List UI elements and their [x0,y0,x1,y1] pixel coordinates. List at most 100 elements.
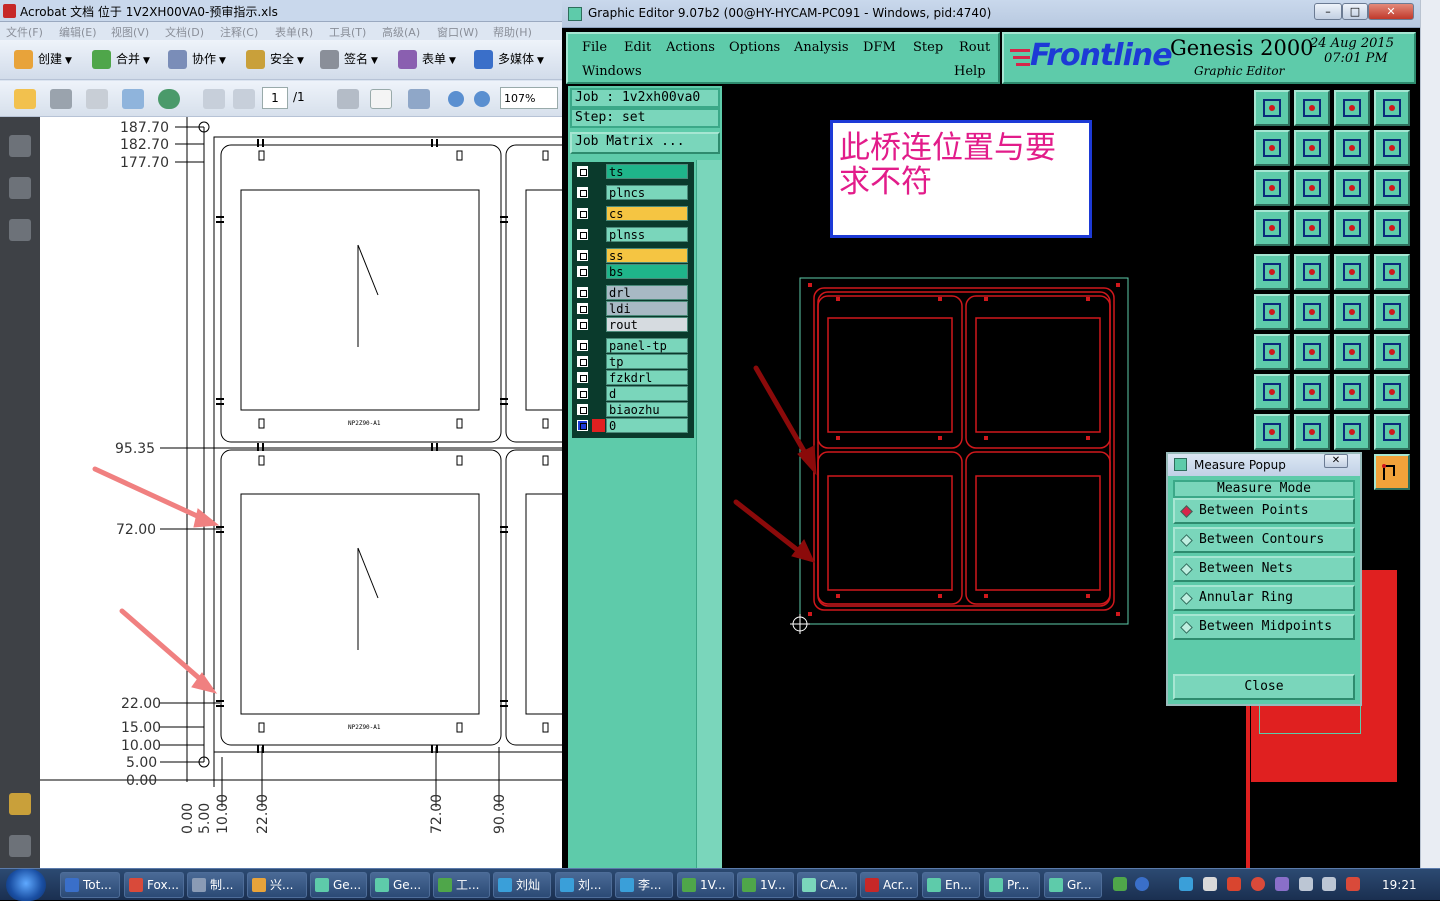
layer-row[interactable]: 0 [574,418,690,433]
taskbar-item[interactable]: Pr... [984,872,1040,898]
menu-actions[interactable]: Actions [666,40,715,55]
ruler-icon[interactable] [1334,254,1370,290]
key-icon[interactable] [1254,210,1290,246]
menu-forms[interactable]: 表单(R) [275,24,313,40]
layer-checkbox[interactable] [577,166,588,177]
layer-checkbox[interactable] [577,250,588,261]
layer-checkbox[interactable] [577,356,588,367]
menu-rout[interactable]: Rout [959,40,990,55]
taskbar-item[interactable]: 兴... [247,872,307,898]
move-down-icon[interactable] [1294,90,1330,126]
start-button[interactable] [6,869,46,901]
select-text-icon[interactable] [337,89,359,109]
a-shape-icon[interactable] [1334,414,1370,450]
mode-between-contours[interactable]: Between Contours [1173,527,1355,553]
taskbar-item[interactable]: CA... [797,872,857,898]
mode-annular-ring[interactable]: Annular Ring [1173,585,1355,611]
layer-name[interactable]: ts [606,164,688,179]
layer-name[interactable]: biaozhu [606,402,688,417]
layer-name[interactable]: panel-tp [606,338,688,353]
layer-name[interactable]: d [606,386,688,401]
pdf-document-view[interactable]: 187.70 182.70 177.70 95.35 72.00 22.00 1… [40,117,562,868]
swap-icon[interactable] [1334,130,1370,166]
line-icon[interactable] [1294,374,1330,410]
menu-edit[interactable]: Edit [624,40,651,55]
layer-checkbox[interactable] [577,303,588,314]
save-icon[interactable] [86,89,108,109]
close-window-button[interactable]: ✕ [1368,3,1414,20]
measure-close-icon[interactable]: ✕ [1324,454,1348,468]
arc-icon[interactable] [1334,334,1370,370]
layer-row[interactable]: bs [574,264,690,279]
layer-row[interactable]: panel-tp [574,338,690,353]
layer-row[interactable]: ldi [574,301,690,316]
layer-name[interactable]: 0 [606,418,688,433]
netlist2-icon[interactable] [1374,210,1410,246]
pad-move-icon[interactable] [1254,374,1290,410]
taskbar-item[interactable]: 李... [615,872,673,898]
menu-help[interactable]: Help [954,64,986,79]
taskbar-item[interactable]: Fox... [124,872,184,898]
layer-checkbox[interactable] [577,229,588,240]
taskbar-item[interactable]: 刘... [555,872,612,898]
layer-name[interactable]: plncs [606,185,688,200]
create-button[interactable]: 创建 ▼ [14,48,72,72]
comments-icon[interactable] [9,793,31,815]
layer-row[interactable]: tp [574,354,690,369]
bookmarks-icon[interactable] [9,177,31,199]
reroute-icon[interactable] [1374,130,1410,166]
page-number-input[interactable] [262,87,288,109]
measure-tool-icon[interactable] [1374,454,1410,490]
forms-button[interactable]: 表单 ▼ [398,48,456,72]
align-left-icon[interactable] [1254,130,1290,166]
menu-help[interactable]: 帮助(H) [493,24,532,40]
nodes-icon[interactable] [1254,294,1290,330]
taskbar-item[interactable]: 1V... [737,872,794,898]
tray-g-icon[interactable] [1251,877,1265,891]
move-up-icon[interactable] [1254,90,1290,126]
menu-tools[interactable]: 工具(T) [329,24,366,40]
measure-close-button[interactable]: Close [1173,674,1355,700]
layer-row[interactable]: biaozhu [574,402,690,417]
layer-checkbox[interactable] [577,340,588,351]
genesis-title-bar[interactable]: Graphic Editor 9.07b2 (00@HY-HYCAM-PC091… [562,0,1420,28]
print-icon[interactable] [50,89,72,109]
layer-checkbox[interactable] [577,208,588,219]
tray-help-icon[interactable] [1135,877,1149,891]
maximize-button[interactable]: □ [1342,3,1368,20]
tray-tool-icon[interactable] [1203,877,1217,891]
layer-name[interactable]: tp [606,354,688,369]
signatures-icon[interactable] [9,219,31,241]
triangle-icon[interactable] [1254,414,1290,450]
zoom-out-icon[interactable] [448,91,464,107]
tray-network-icon[interactable] [1299,877,1313,891]
window-icon[interactable] [1374,90,1410,126]
layer-checkbox[interactable] [577,372,588,383]
layer-row[interactable]: plncs [574,185,690,200]
tray-s-icon[interactable] [1113,877,1127,891]
tray-flag-icon[interactable] [1346,877,1360,891]
circle-pad-icon[interactable] [1374,254,1410,290]
taskbar-item[interactable]: 制... [187,872,244,898]
menu-window[interactable]: 窗口(W) [437,24,478,40]
zoom-tool-icon[interactable] [408,89,430,109]
acrobat-title-bar[interactable]: Acrobat 文档 位于 1V2XH00VA0-预审指示.xls [0,0,562,22]
tray-volume-icon[interactable] [1322,877,1336,891]
pages-icon[interactable] [9,135,31,157]
scale-icon[interactable] [1334,170,1370,206]
web-icon[interactable] [158,89,180,109]
tray-app-icon[interactable] [1179,877,1193,891]
layer-name[interactable]: bs [606,264,688,279]
connector-icon[interactable] [1294,210,1330,246]
menu-dfm[interactable]: DFM [863,40,896,55]
layer-checkbox[interactable] [577,420,588,431]
layer-row[interactable]: cs [574,206,690,221]
taskbar-item[interactable]: Gr... [1044,872,1102,898]
menu-windows[interactable]: Windows [582,64,642,79]
menu-analysis[interactable]: Analysis [794,40,849,55]
menu-edit[interactable]: 编辑(E) [59,24,97,40]
menu-step[interactable]: Step [913,40,943,55]
taskbar-item[interactable]: Tot... [60,872,120,898]
cut-icon[interactable] [1294,294,1330,330]
layer-checkbox[interactable] [577,187,588,198]
